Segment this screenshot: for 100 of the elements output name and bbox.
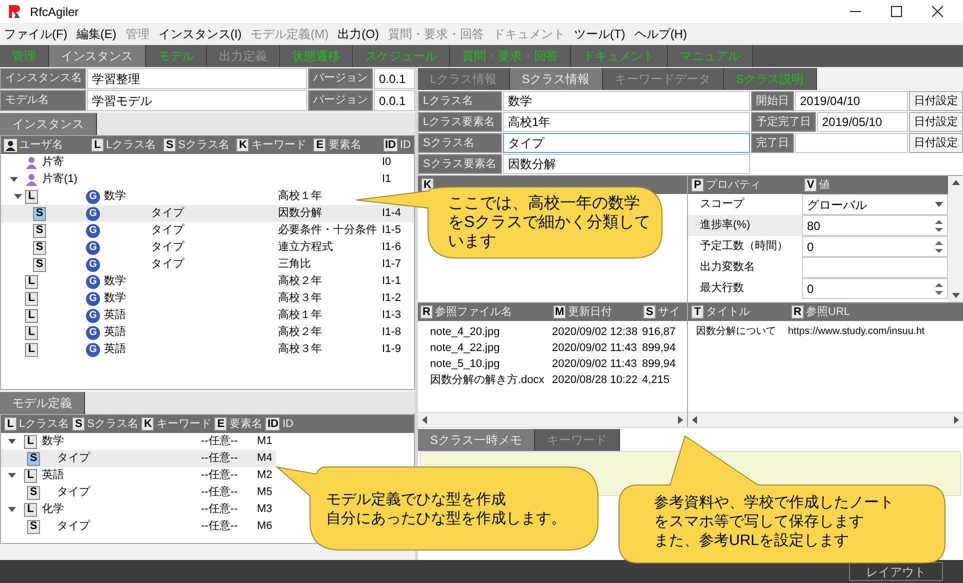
- minimize-icon[interactable]: [850, 10, 861, 12]
- input-field[interactable]: 0.0.1: [374, 90, 415, 111]
- tab[interactable]: Sクラス一時メモ: [418, 429, 536, 451]
- tab[interactable]: インスタンス: [0, 113, 97, 135]
- scroll-left-icon[interactable]: [422, 416, 427, 424]
- tree-row[interactable]: L G 英語 高校２年 I1-8: [1, 324, 405, 341]
- column-header: Lクラス名: [19, 416, 70, 432]
- input-field[interactable]: 学習モデル: [87, 90, 307, 111]
- caret-down-icon[interactable]: [14, 194, 22, 200]
- tree-row[interactable]: L G 数学 高校１年: [1, 188, 326, 205]
- tag-icon: S: [27, 520, 40, 534]
- date-set-button[interactable]: 日付設定: [909, 133, 963, 153]
- tree-row[interactable]: L G 数学 高校３年 I1-2: [1, 290, 405, 307]
- tree-row[interactable]: 片寄(1) I1: [1, 171, 396, 188]
- tab[interactable]: Sクラス情報: [510, 68, 603, 90]
- column-header: 要素名: [229, 416, 262, 432]
- tree-row[interactable]: L G 英語 高校３年 I1-9: [1, 341, 405, 358]
- number-field[interactable]: 80: [802, 215, 948, 236]
- tree-row[interactable]: S G タイプ 必要条件・十分条件 I1-5: [1, 222, 405, 239]
- table-cell: 因数分解について: [696, 326, 776, 337]
- column-header: Sクラス名: [87, 416, 138, 432]
- tag-icon: L: [24, 434, 37, 448]
- scroll-right-icon[interactable]: [678, 416, 683, 424]
- element-name: 高校１年: [278, 309, 322, 322]
- tag-icon: L: [4, 417, 17, 431]
- input-field[interactable]: 因数分解: [503, 154, 750, 174]
- property-row[interactable]: 進捗率(%) 80: [688, 215, 948, 236]
- menu-item[interactable]: 出力(O): [338, 25, 379, 43]
- input-field[interactable]: タイプ: [503, 133, 750, 153]
- number-field[interactable]: 0: [802, 278, 948, 299]
- tree-row[interactable]: L 英語 --任意-- M2: [1, 467, 276, 484]
- menu-item[interactable]: 編集(E): [76, 25, 116, 43]
- input-field[interactable]: 2019/05/10: [817, 112, 908, 132]
- tab[interactable]: モデル定義: [0, 392, 85, 414]
- column-header: キーワード: [156, 416, 212, 432]
- spinner-arrows-icon[interactable]: [935, 240, 943, 254]
- tab[interactable]: インスタンス: [49, 45, 146, 67]
- table-cell: note_5_10.jpg: [430, 358, 500, 370]
- tree-row[interactable]: S G タイプ 三角比 I1-7: [1, 256, 405, 273]
- column-header: 参照URL: [806, 304, 850, 320]
- input-field[interactable]: [795, 133, 908, 153]
- column-header: Sクラス名: [178, 138, 230, 153]
- tree-row[interactable]: L G 数学 高校２年 I1-1: [1, 273, 405, 290]
- tag-icon: S: [33, 224, 46, 238]
- property-row[interactable]: 出力変数名: [688, 257, 948, 278]
- maximize-icon[interactable]: [891, 6, 902, 17]
- input-field[interactable]: 学習整理: [87, 68, 307, 89]
- close-icon[interactable]: [932, 6, 943, 17]
- caret-down-icon[interactable]: [8, 438, 16, 444]
- menu-item[interactable]: インスタンス(I): [158, 25, 242, 43]
- field-label: バージョン: [308, 68, 373, 89]
- property-row[interactable]: スコープ グローバル: [688, 194, 948, 215]
- input-field[interactable]: [802, 257, 948, 278]
- dropdown[interactable]: グローバル: [802, 194, 948, 215]
- field-label: バージョン: [308, 90, 373, 111]
- id-text: I1-9: [382, 342, 401, 358]
- caret-down-icon[interactable]: [8, 472, 16, 478]
- lclass-name: 数学: [104, 274, 126, 290]
- callout-text: また、参考URLを設定します: [654, 531, 850, 550]
- tree-row[interactable]: S G タイプ 連立方程式 I1-6: [1, 239, 405, 256]
- horizontal-scrollbar[interactable]: [418, 412, 687, 427]
- input-field[interactable]: 数学: [503, 91, 750, 111]
- property-name: スコープ: [700, 196, 744, 212]
- number-field[interactable]: 0: [802, 236, 948, 257]
- property-row[interactable]: 予定工数（時間） 0: [688, 236, 948, 257]
- tree-row[interactable]: L 化学 --任意-- M3: [1, 501, 276, 518]
- tree-row[interactable]: 片寄 I0: [1, 154, 396, 171]
- element-name: 高校１年: [278, 190, 322, 202]
- scroll-right-icon[interactable]: [954, 416, 959, 424]
- element-name: --任意--: [201, 435, 238, 448]
- sclass-name: タイプ: [151, 207, 184, 220]
- layout-button[interactable]: レイアウト: [849, 562, 943, 581]
- tree-row[interactable]: S G タイプ 因数分解 I1-4: [1, 205, 414, 222]
- spinner-arrows-icon[interactable]: [935, 218, 943, 232]
- menu-item[interactable]: ヘルプ(H): [634, 25, 687, 43]
- scroll-up-icon[interactable]: [952, 180, 960, 185]
- tree-row[interactable]: S タイプ --任意-- M5: [1, 484, 276, 501]
- input-field[interactable]: 高校1年: [503, 112, 750, 132]
- input-field[interactable]: 0.0.1: [374, 68, 415, 89]
- tree-row[interactable]: L G 英語 高校１年 I1-3: [1, 307, 405, 324]
- tree-row[interactable]: S タイプ --任意-- M4: [1, 450, 276, 467]
- spinner-arrows-icon[interactable]: [935, 282, 943, 296]
- scroll-left-icon[interactable]: [692, 416, 697, 424]
- input-field[interactable]: 2019/04/10: [795, 91, 908, 111]
- scope-icon: G: [86, 240, 100, 254]
- column-header: 値: [819, 178, 830, 193]
- horizontal-scrollbar[interactable]: [688, 412, 963, 427]
- caret-down-icon[interactable]: [10, 176, 18, 182]
- menu-item[interactable]: ファイル(F): [4, 25, 68, 43]
- vertical-scrollbar[interactable]: [948, 176, 963, 302]
- date-set-button[interactable]: 日付設定: [909, 112, 963, 132]
- property-row[interactable]: 最大行数 0: [688, 278, 948, 299]
- tree-row[interactable]: L 数学 --任意-- M1: [1, 433, 276, 450]
- field-label: 完了日: [751, 133, 794, 153]
- tree-row[interactable]: S タイプ --任意-- M6: [1, 518, 276, 535]
- date-set-button[interactable]: 日付設定: [909, 91, 963, 111]
- menu-item[interactable]: ツール(T): [574, 25, 626, 43]
- caret-down-icon[interactable]: [8, 506, 16, 512]
- scroll-down-icon[interactable]: [952, 293, 960, 298]
- element-name: --任意--: [201, 469, 238, 482]
